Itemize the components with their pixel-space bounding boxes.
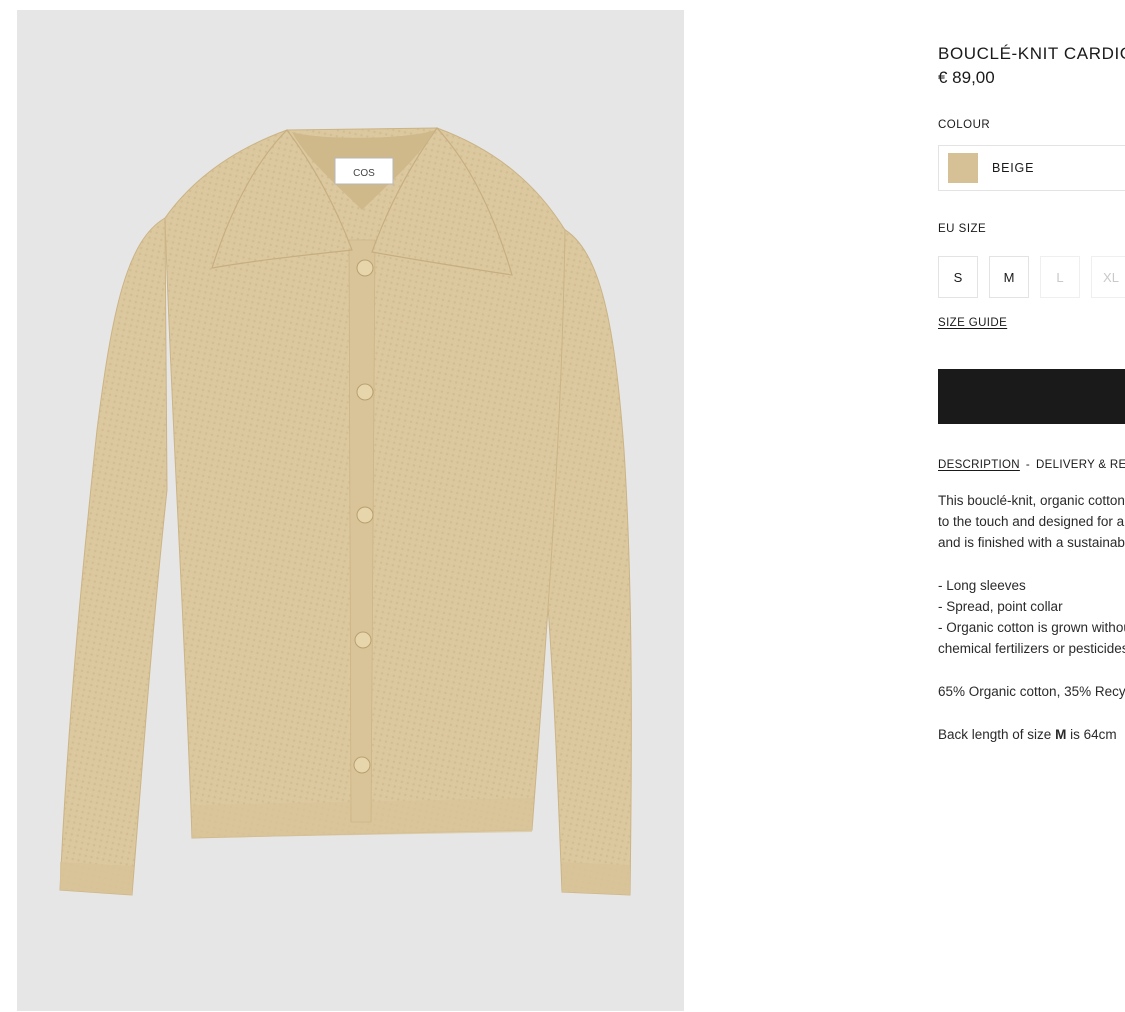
back-length-prefix: Back length of size — [938, 727, 1056, 742]
tab-separator: - — [1025, 459, 1031, 471]
description-intro: This bouclé-knit, organic cotton cardiga… — [938, 490, 1125, 553]
description-bullets: - Long sleeves - Spread, point collar - … — [938, 575, 1125, 659]
size-label: EU SIZE — [938, 223, 987, 235]
size-option-s[interactable]: S — [938, 256, 978, 298]
product-title: BOUCLÉ-KNIT CARDIGAN — [938, 44, 1125, 63]
bullet-item: - Long sleeves — [938, 578, 1026, 593]
add-to-bag-button[interactable] — [938, 369, 1125, 424]
back-length-size: M — [1055, 727, 1067, 742]
bullet-item: chemical fertilizers or pesticides — [938, 641, 1125, 656]
button-placket — [348, 239, 376, 823]
brand-tag-text: COS — [353, 168, 375, 179]
description-line: This bouclé-knit, organic cotton cardiga… — [938, 493, 1125, 508]
size-option-l[interactable]: L — [1040, 256, 1080, 298]
colour-swatch — [948, 153, 978, 183]
bullet-item: - Spread, point collar — [938, 599, 1063, 614]
size-option-xl[interactable]: XL — [1091, 256, 1125, 298]
colour-selector[interactable]: BEIGE — [938, 145, 1125, 191]
back-length-text: Back length of size M is 64cm — [938, 724, 1117, 745]
description-line: to the touch and designed for a relaxed … — [938, 514, 1125, 529]
description-line: and is finished with a sustainable finis… — [938, 535, 1125, 550]
tab-description[interactable]: DESCRIPTION — [938, 459, 1020, 471]
back-length-suffix: is 64cm — [1066, 727, 1117, 742]
product-image[interactable]: COS — [17, 10, 684, 1011]
bullet-item: - Organic cotton is grown without the us… — [938, 620, 1125, 635]
colour-name: BEIGE — [992, 161, 1035, 175]
cardigan-illustration: COS — [59, 127, 632, 896]
product-info-panel: BOUCLÉ-KNIT CARDIGAN € 89,00 COLOUR BEIG… — [938, 0, 1125, 1012]
left-sleeve — [59, 217, 168, 896]
product-price: € 89,00 — [938, 68, 995, 87]
size-option-m[interactable]: M — [989, 256, 1029, 298]
composition-text: 65% Organic cotton, 35% Recycled polyami… — [938, 684, 1125, 699]
size-guide-link[interactable]: SIZE GUIDE — [938, 317, 1007, 329]
colour-label: COLOUR — [938, 119, 991, 131]
tab-delivery-returns[interactable]: DELIVERY & RETURNS — [1036, 459, 1125, 471]
details-tabs: DESCRIPTION-DELIVERY & RETURNS — [938, 459, 1125, 471]
